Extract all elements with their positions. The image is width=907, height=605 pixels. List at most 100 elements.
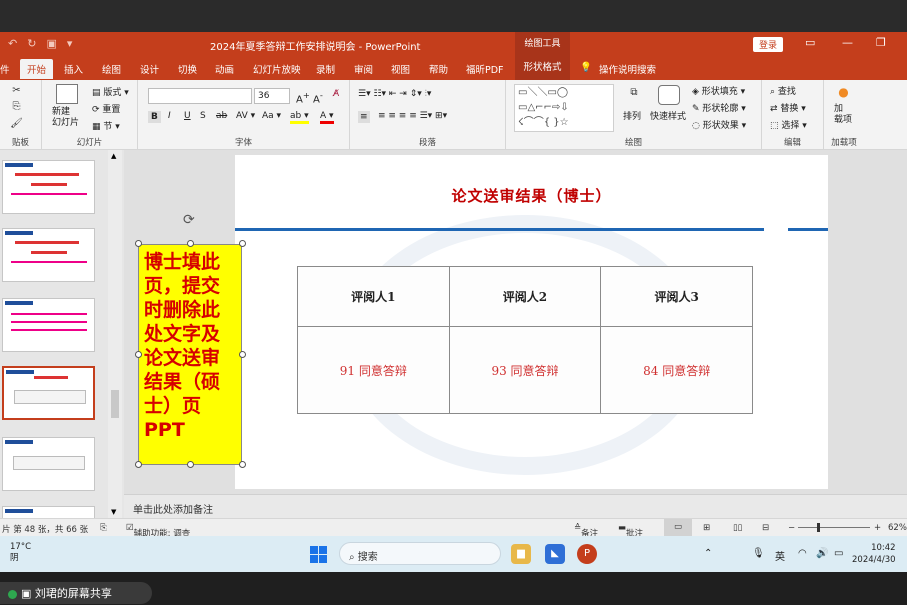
align-left-button[interactable]: ≡ — [358, 111, 370, 123]
weather-widget[interactable]: 17°C 阴 — [10, 542, 31, 564]
taskbar-clock[interactable]: 10:42 2024/4/30 — [852, 542, 896, 566]
tab-draw[interactable]: 绘图 — [102, 62, 121, 76]
tab-insert[interactable]: 插入 — [64, 62, 83, 76]
change-case-button[interactable]: Aa ▾ — [262, 111, 281, 121]
underline-button[interactable]: U — [184, 111, 191, 121]
font-name-input[interactable] — [148, 88, 252, 104]
italic-button[interactable]: I — [168, 111, 171, 121]
slideshow-button[interactable]: ⊟ — [762, 523, 769, 533]
clear-format-icon[interactable]: A̸ — [333, 89, 339, 99]
slide-thumbnail-current[interactable] — [2, 366, 95, 420]
font-color-button[interactable]: A ▾ — [320, 111, 334, 124]
slide-thumbnail[interactable] — [2, 298, 95, 352]
ime-indicator[interactable]: 英 — [775, 548, 785, 563]
undo-icon[interactable]: ↶ — [8, 37, 17, 50]
notes-button[interactable]: ≙ 备注 — [574, 523, 598, 539]
resize-handle[interactable] — [239, 351, 246, 358]
slide-thumbnail[interactable] — [2, 437, 95, 491]
tab-home[interactable]: 开始 — [20, 59, 54, 79]
font-size-input[interactable]: 36 — [254, 88, 290, 104]
normal-view-button[interactable]: ▭ — [664, 519, 692, 536]
shapes-gallery[interactable]: ▭＼＼▭◯ ▭△⌐⌐⇨⇩ ☇⌒⌒{ }☆ — [514, 84, 614, 132]
tab-review[interactable]: 审阅 — [354, 62, 373, 76]
cut-icon[interactable]: ✂ — [10, 84, 23, 97]
quick-styles-icon[interactable] — [658, 85, 680, 105]
tab-foxit-pdf[interactable]: 福昕PDF — [466, 62, 504, 76]
present-icon[interactable]: ▣ — [46, 37, 56, 50]
scroll-up-icon[interactable]: ▲ — [111, 152, 116, 160]
tray-overflow-icon[interactable]: ⌃ — [704, 548, 712, 559]
redo-icon[interactable]: ↻ — [27, 37, 36, 50]
bullets-button[interactable]: ☰▾ ☷▾ ⇤ ⇥ ⇕▾ ⫶▾ — [358, 89, 431, 99]
thumbnail-scrollbar[interactable]: ▲ ▼ — [108, 150, 122, 520]
scrollbar-thumb[interactable] — [111, 390, 119, 418]
zoom-slider[interactable] — [798, 527, 870, 528]
find-button[interactable]: ⌕ 查找 — [770, 84, 796, 97]
restore-icon[interactable]: ❐ — [876, 36, 886, 49]
select-button[interactable]: ⬚ 选择 ▾ — [770, 118, 807, 131]
accessibility-status[interactable]: ☑ 辅助功能: 调查 — [126, 523, 190, 539]
new-slide-icon[interactable] — [56, 84, 78, 104]
layout-button[interactable]: ▤ 版式 ▾ — [92, 85, 129, 98]
new-slide-button[interactable]: 新建 幻灯片 — [52, 107, 79, 129]
wifi-icon[interactable]: ◠ — [798, 548, 807, 559]
tab-design[interactable]: 设计 — [140, 62, 159, 76]
battery-icon[interactable]: ▭ — [834, 548, 843, 559]
shape-fill-button[interactable]: ◈ 形状填充 ▾ — [692, 84, 745, 97]
section-button[interactable]: ▦ 节 ▾ — [92, 119, 120, 132]
notes-placeholder[interactable]: 单击此处添加备注 — [133, 505, 213, 516]
tab-record[interactable]: 录制 — [316, 62, 335, 76]
screen-share-indicator[interactable]: ▣ 刘珺的屏幕共享 — [0, 582, 152, 604]
slide[interactable]: 论文送审结果（博士） 评阅人1 评阅人2 评阅人3 91 同意答辩 93 同意答… — [235, 155, 828, 489]
rotate-handle-icon[interactable]: ⟳ — [183, 212, 195, 228]
table-cell[interactable]: 84 同意答辩 — [600, 326, 753, 414]
resize-handle[interactable] — [135, 240, 142, 247]
replace-button[interactable]: ⇄ 替换 ▾ — [770, 101, 806, 114]
slide-thumbnail[interactable] — [2, 160, 95, 214]
quick-styles-button[interactable]: 快速样式 — [650, 109, 686, 122]
ribbon-display-icon[interactable]: ▭ — [805, 36, 815, 49]
tab-slideshow[interactable]: 幻灯片放映 — [253, 62, 301, 76]
tab-help[interactable]: 帮助 — [429, 62, 448, 76]
more-icon[interactable]: ▾ — [67, 37, 73, 50]
file-explorer-icon[interactable]: ▆ — [511, 544, 531, 564]
bold-button[interactable]: B — [148, 111, 161, 123]
meeting-app-icon[interactable]: ◣ — [545, 544, 565, 564]
shape-outline-button[interactable]: ✎ 形状轮廓 ▾ — [692, 101, 746, 114]
resize-handle[interactable] — [239, 240, 246, 247]
tab-animations[interactable]: 动画 — [215, 62, 234, 76]
copy-icon[interactable]: ⎘ — [10, 100, 23, 113]
format-painter-icon[interactable]: 🖌 — [10, 117, 23, 130]
taskbar-search-input[interactable]: ⌕ 搜索 — [339, 542, 501, 565]
login-button[interactable]: 登录 — [753, 37, 784, 52]
slide-sorter-button[interactable]: ⊞ — [703, 523, 710, 533]
zoom-out-button[interactable]: − — [788, 523, 795, 533]
tab-shape-format[interactable]: 形状格式 — [515, 56, 570, 80]
comments-button[interactable]: ▬ 批注 — [618, 523, 643, 539]
tab-transitions[interactable]: 切换 — [178, 62, 197, 76]
tell-me-search[interactable]: 操作说明搜索 — [599, 62, 656, 76]
reading-view-button[interactable]: ▯▯ — [733, 523, 742, 533]
shadow-button[interactable]: S — [200, 111, 206, 121]
resize-handle[interactable] — [239, 461, 246, 468]
yellow-instruction-textbox[interactable]: 博士填此页，提交时删除此处文字及论文送审结果（硕士）页PPT — [138, 244, 242, 465]
review-results-table[interactable]: 评阅人1 评阅人2 评阅人3 91 同意答辩 93 同意答辩 84 同意答辩 — [297, 266, 753, 414]
slide-thumbnail-panel[interactable] — [0, 150, 124, 520]
zoom-slider-thumb[interactable] — [817, 523, 820, 532]
tab-file[interactable]: 件 — [0, 62, 10, 76]
table-header-cell[interactable]: 评阅人3 — [600, 266, 753, 327]
scroll-down-icon[interactable]: ▼ — [111, 508, 116, 516]
arrange-icon[interactable]: ⧉ — [624, 86, 644, 104]
powerpoint-icon[interactable]: P — [577, 544, 597, 564]
resize-handle[interactable] — [187, 240, 194, 247]
slide-thumbnail[interactable] — [2, 228, 95, 282]
strikethrough-button[interactable]: ab — [216, 111, 227, 121]
slide-title[interactable]: 论文送审结果（博士） — [235, 185, 828, 206]
zoom-level[interactable]: 62% — [888, 523, 907, 533]
table-cell[interactable]: 91 同意答辩 — [297, 326, 450, 414]
char-spacing-button[interactable]: AV ▾ — [236, 111, 255, 121]
table-header-cell[interactable]: 评阅人1 — [297, 266, 450, 327]
minimize-icon[interactable]: — — [842, 36, 853, 49]
arrange-button[interactable]: 排列 — [623, 109, 641, 122]
shape-effects-button[interactable]: ◌ 形状效果 ▾ — [692, 118, 746, 131]
